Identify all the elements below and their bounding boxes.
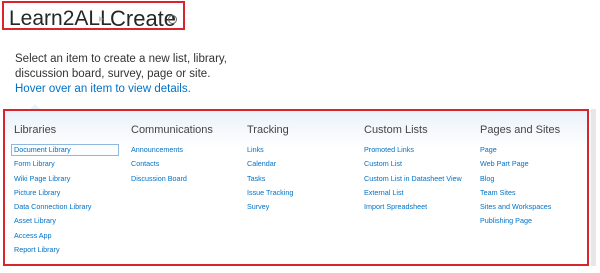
- app-item-picture-library[interactable]: Picture Library: [14, 189, 119, 203]
- app-item-page[interactable]: Page: [480, 146, 560, 160]
- app-item-discussion-board[interactable]: Discussion Board: [131, 174, 213, 189]
- app-item-calendar[interactable]: Calendar: [247, 160, 293, 174]
- page-title: Create: [110, 6, 177, 31]
- app-item-survey[interactable]: Survey: [247, 203, 293, 217]
- app-item-web-part-page[interactable]: Web Part Page: [480, 160, 560, 174]
- intro-line-2: discussion board, survey, page or site.: [15, 68, 211, 80]
- category-heading: Custom Lists: [364, 124, 428, 136]
- app-item-report-library[interactable]: Report Library: [14, 246, 119, 260]
- app-item-asset-library[interactable]: Asset Library: [14, 217, 119, 231]
- app-item-custom-list-datasheet[interactable]: Custom List in Datasheet View: [364, 174, 462, 189]
- category-heading: Tracking: [247, 124, 289, 136]
- intro-line-1: Select an item to create a new list, lib…: [15, 53, 227, 65]
- app-item-wiki-page-library[interactable]: Wiki Page Library: [14, 174, 119, 189]
- category-custom-lists: Custom Lists Promoted Links Custom List …: [364, 124, 462, 217]
- site-name[interactable]: Learn2ALL: [9, 7, 112, 31]
- app-item-contacts[interactable]: Contacts: [131, 160, 213, 174]
- app-item-form-library[interactable]: Form Library: [14, 160, 119, 174]
- category-libraries: Libraries Document Library Form Library …: [11, 124, 119, 260]
- app-item-links[interactable]: Links: [247, 146, 293, 160]
- app-item-external-list[interactable]: External List: [364, 189, 462, 203]
- category-communications: Communications Announcements Contacts Di…: [131, 124, 213, 189]
- app-item-import-spreadsheet[interactable]: Import Spreadsheet: [364, 203, 462, 217]
- app-item-sites-and-workspaces[interactable]: Sites and Workspaces: [480, 203, 560, 217]
- app-item-access-app[interactable]: Access App: [14, 232, 119, 246]
- category-pages-and-sites: Pages and Sites Page Web Part Page Blog …: [480, 124, 560, 232]
- title-highlight-box: Learn2ALL Create i: [2, 1, 185, 31]
- category-heading: Pages and Sites: [480, 124, 561, 136]
- app-item-team-sites[interactable]: Team Sites: [480, 189, 560, 203]
- app-item-promoted-links[interactable]: Promoted Links: [364, 146, 462, 160]
- app-item-publishing-page[interactable]: Publishing Page: [480, 217, 560, 231]
- info-icon[interactable]: i: [168, 15, 177, 24]
- intro-text: Select an item to create a new list, lib…: [15, 52, 255, 82]
- category-heading: Libraries: [14, 124, 57, 136]
- breadcrumb-arrow-icon: [99, 16, 103, 22]
- page-scrollbar[interactable]: [591, 109, 596, 266]
- app-item-tasks[interactable]: Tasks: [247, 174, 293, 189]
- app-item-data-connection-library[interactable]: Data Connection Library: [14, 203, 119, 217]
- category-tracking: Tracking Links Calendar Tasks Issue Trac…: [247, 124, 293, 217]
- app-item-document-library[interactable]: Document Library: [11, 144, 119, 160]
- app-item-custom-list[interactable]: Custom List: [364, 160, 462, 174]
- app-item-announcements[interactable]: Announcements: [131, 146, 213, 160]
- hover-hint: Hover over an item to view details.: [15, 83, 191, 95]
- app-item-blog[interactable]: Blog: [480, 174, 560, 189]
- app-item-issue-tracking[interactable]: Issue Tracking: [247, 189, 293, 203]
- category-heading: Communications: [131, 124, 213, 136]
